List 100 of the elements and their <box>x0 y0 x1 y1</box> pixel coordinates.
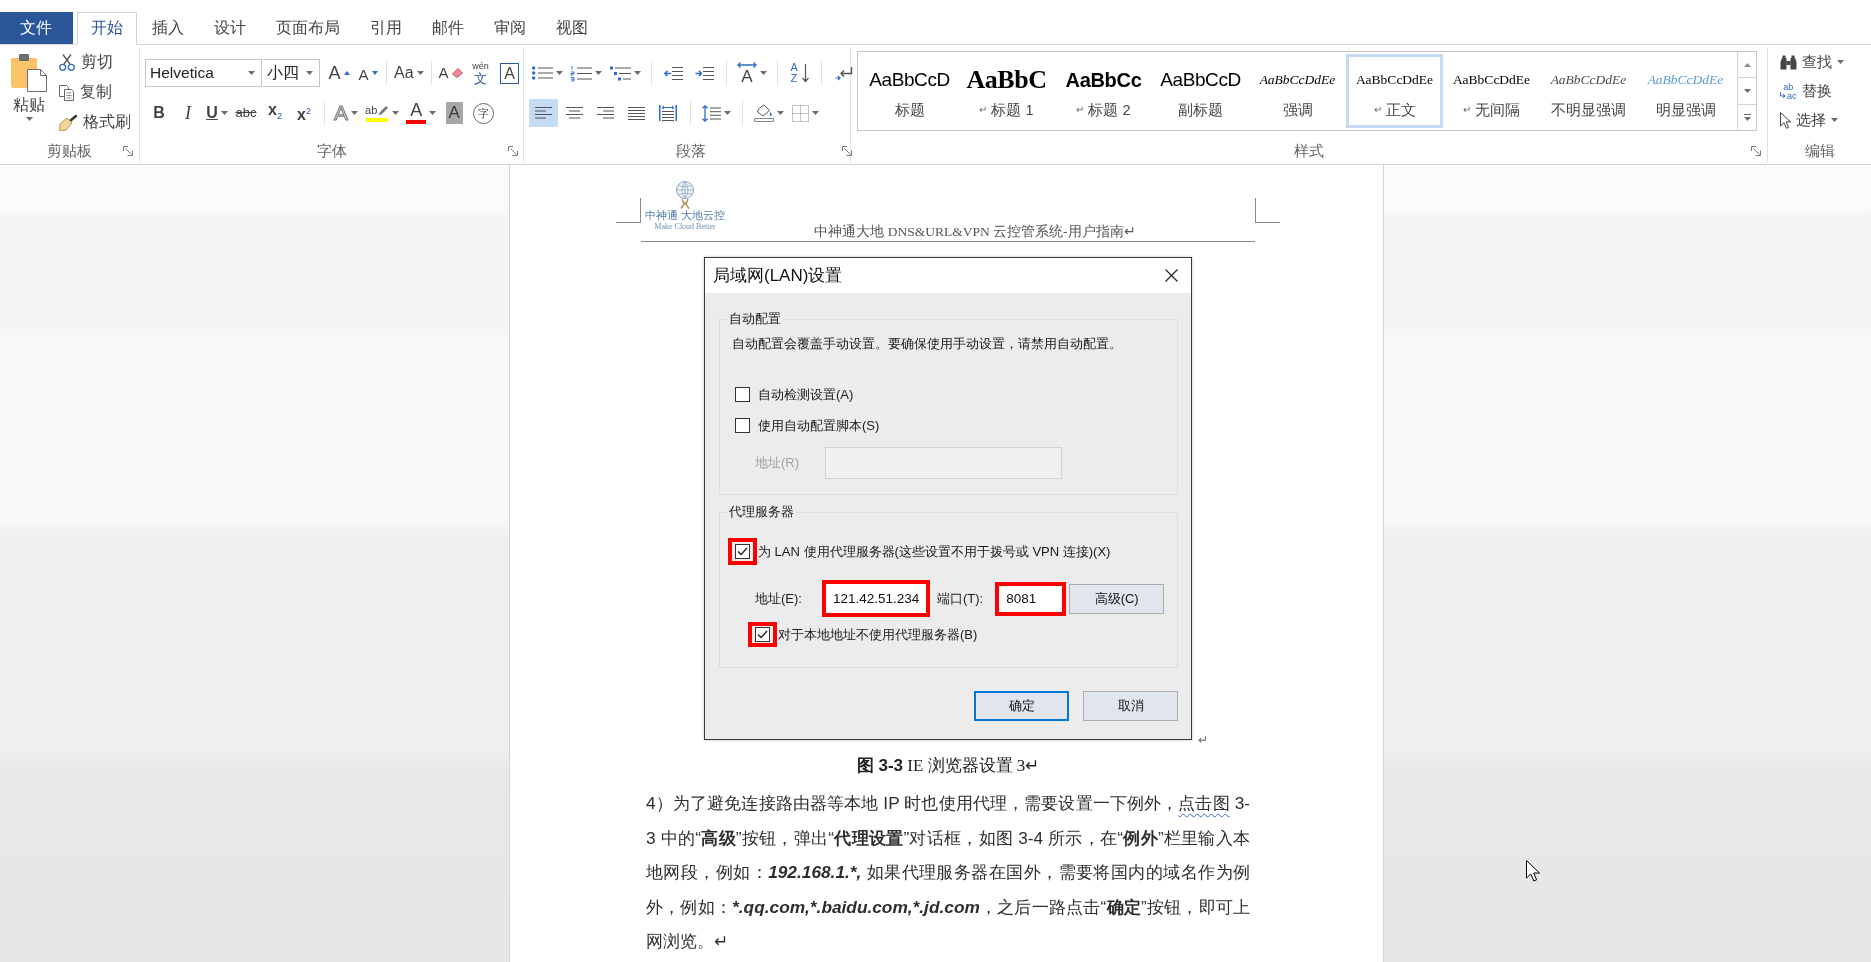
input-field[interactable]: 8081 <box>995 581 1067 616</box>
checkbox[interactable] <box>735 418 750 433</box>
style-gallery-item[interactable]: AaBbCcDdEe 明显强调 <box>1637 54 1734 128</box>
find-button[interactable]: 查找 <box>1780 49 1844 75</box>
dialog-button[interactable]: 取消 <box>1083 691 1178 721</box>
caret-down-icon <box>248 71 255 75</box>
eraser-icon <box>451 68 463 78</box>
caret-down-icon <box>351 111 358 115</box>
superscript-button[interactable]: x$^{2}$ <box>290 99 318 127</box>
align-right-icon <box>597 107 614 119</box>
advanced-button[interactable]: 高级(C) <box>1069 583 1165 614</box>
group-label: 样式 <box>1294 141 1324 161</box>
group-label: 编辑 <box>1804 141 1835 161</box>
ribbon-tab[interactable]: 引用 <box>355 12 417 44</box>
logo-name: 中神通 大地云控 <box>645 209 725 222</box>
justify-icon <box>628 106 645 120</box>
ribbon-tab[interactable]: 邮件 <box>417 12 479 44</box>
paint-bucket-icon <box>754 104 774 122</box>
caret-down-icon <box>25 117 33 121</box>
bold-button[interactable]: B <box>145 99 173 127</box>
caret-down-icon <box>429 111 437 115</box>
ribbon-tab[interactable]: 页面布局 <box>261 12 355 44</box>
scissors-icon <box>59 54 75 71</box>
checkbox[interactable] <box>735 544 750 559</box>
style-gallery-item[interactable]: AaBbCc ↵ 标题 2 <box>1055 54 1152 128</box>
dialog-title: 局域网(LAN)设置 <box>713 265 843 287</box>
dialog-button[interactable]: 确定 <box>974 691 1069 721</box>
numbered-list-icon <box>571 65 592 81</box>
globe-logo-icon <box>675 181 695 209</box>
font-name-field[interactable]: Helvetica <box>145 59 262 87</box>
ribbon-tab[interactable]: 视图 <box>541 12 603 44</box>
caret-down-icon <box>812 111 819 115</box>
caret-down-icon <box>416 71 424 75</box>
style-gallery-item[interactable]: AaBbCcD 标题 <box>861 54 958 128</box>
increase-arrow-icon <box>343 71 350 75</box>
format-painter-button[interactable]: 格式刷 <box>57 110 133 135</box>
dialog-launcher-icon[interactable] <box>842 146 852 156</box>
grow-font-button[interactable]: A <box>325 59 353 87</box>
clipboard-icon <box>11 54 47 92</box>
binoculars-icon <box>1780 54 1797 70</box>
change-case-button[interactable]: Aa <box>391 59 427 87</box>
font-color-button[interactable]: A <box>403 99 440 127</box>
shrink-font-button[interactable]: A <box>354 59 382 87</box>
borders-icon <box>792 104 809 122</box>
checkbox[interactable] <box>755 627 770 642</box>
checkbox-label: 使用自动配置脚本(S) <box>758 416 880 435</box>
body-paragraph: 4）为了避免连接路由器等本地 IP 时也使用代理，需要设置一下例外，点击图 3-3 中的“高级”按钮，弹出“代理设置”对话框，如图 3-4 所示，在“例外”栏里输入本地网段，例如：192.168.1.*, 如果代理服务器在国外，需要将国内的域名作为例外，例如：*.qq.com,*.baidu.com,*.jd.com，之后一路点击“确定”按钮，即可上网浏览。↵ <box>645 792 1252 953</box>
double-arrow-icon <box>737 61 757 68</box>
style-gallery-item[interactable]: AaBbCcDdEe 强调 <box>1249 54 1346 128</box>
subscript-button[interactable]: x$_{2}$ <box>261 99 289 127</box>
field-label: 地址(R) <box>755 454 800 472</box>
curved-arrow-icon <box>1780 92 1786 99</box>
style-gallery-item[interactable]: AaBbCcDdEe ↵ 无间隔 <box>1443 54 1540 128</box>
close-icon[interactable] <box>1165 269 1178 282</box>
multilevel-list-icon <box>610 65 631 81</box>
style-gallery-item[interactable]: AaBbCcD 副标题 <box>1152 54 1249 128</box>
ribbon-tab[interactable]: 开始 <box>77 12 137 45</box>
increase-indent-icon <box>695 66 714 80</box>
group-label: 字体 <box>316 141 347 161</box>
font-size-field[interactable]: 小四 <box>263 59 320 87</box>
pointer-icon <box>1780 111 1791 129</box>
input-field[interactable]: 121.42.51.234 <box>821 580 930 617</box>
align-center-icon <box>566 107 583 119</box>
copy-icon <box>59 84 74 101</box>
cut-button[interactable]: 剪切 <box>57 50 133 75</box>
dialog-launcher-icon[interactable] <box>1751 146 1761 156</box>
checkbox[interactable] <box>735 387 750 402</box>
style-gallery-item[interactable]: AaBbCcDdEe 不明显强调 <box>1540 54 1637 128</box>
underline-button[interactable]: U <box>203 99 231 127</box>
align-left-button[interactable] <box>529 99 558 127</box>
caret-down-icon <box>392 111 400 115</box>
mouse-pointer-icon <box>1526 860 1540 882</box>
caret-down-icon <box>220 111 228 115</box>
highlight-button[interactable]: ab <box>362 99 403 127</box>
paste-button[interactable]: 粘贴 <box>7 50 51 135</box>
character-shading-button[interactable]: A <box>440 99 469 127</box>
strikethrough-button[interactable]: abc <box>232 99 260 127</box>
copy-button[interactable]: 复制 <box>57 80 133 105</box>
sort-button[interactable]: AZ <box>785 59 814 87</box>
italic-button[interactable]: I <box>174 99 202 127</box>
crop-mark <box>1255 198 1280 223</box>
dialog-launcher-icon[interactable] <box>507 146 518 156</box>
ribbon-tab[interactable]: 设计 <box>199 12 261 44</box>
clear-formatting-button[interactable]: A <box>435 59 466 87</box>
file-tab[interactable]: 文件 <box>0 12 73 44</box>
dialog-note: 自动配置会覆盖手动设置。要确保使用手动设置，请禁用自动配置。 <box>732 335 1123 353</box>
down-arrow-icon <box>801 64 809 82</box>
group-label: 自动配置 <box>728 310 782 328</box>
style-gallery-item[interactable]: AaBbC ↵ 标题 1 <box>958 54 1055 128</box>
phonetic-guide-button[interactable]: wén 文 <box>466 59 495 87</box>
logo-tagline: Make Cloud Better <box>654 222 716 232</box>
ribbon-tab[interactable]: 审阅 <box>479 12 541 44</box>
select-button[interactable]: 选择 <box>1780 107 1838 133</box>
style-gallery-item[interactable]: AaBbCcDdEe ↵ 正文 <box>1346 54 1443 128</box>
paintbrush-icon <box>59 114 77 131</box>
dialog-launcher-icon[interactable] <box>123 146 133 156</box>
group-label: 剪贴板 <box>47 141 92 161</box>
asian-layout-button[interactable]: A <box>734 59 770 87</box>
checkbox-label: 为 LAN 使用代理服务器(这些设置不用于拨号或 VPN 连接)(X) <box>758 542 1111 561</box>
ribbon-tab[interactable]: 插入 <box>137 12 199 44</box>
